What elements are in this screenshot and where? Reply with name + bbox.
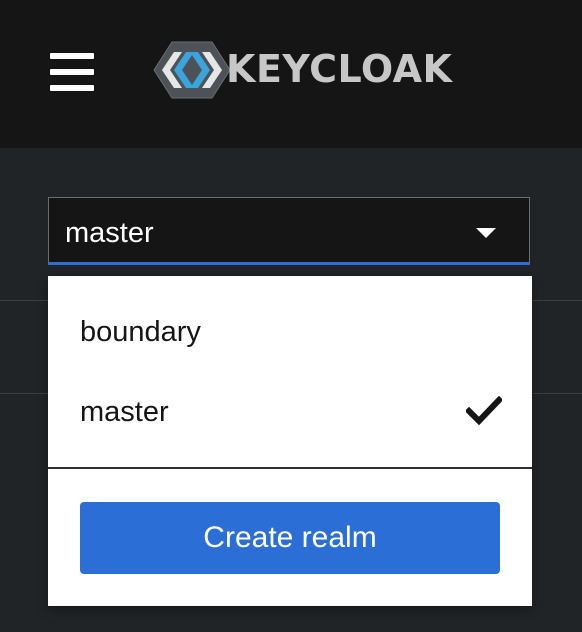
create-realm-button[interactable]: Create realm bbox=[80, 502, 500, 574]
menu-divider bbox=[48, 467, 532, 469]
realm-selector-menu: boundary master Create realm bbox=[48, 276, 532, 606]
realm-option-master[interactable]: master bbox=[48, 372, 532, 452]
realm-option-label: master bbox=[80, 396, 169, 428]
realm-option-boundary[interactable]: boundary bbox=[48, 292, 532, 372]
hamburger-menu-icon[interactable] bbox=[50, 53, 94, 91]
checkmark-icon bbox=[466, 396, 502, 426]
caret-down-icon bbox=[476, 228, 496, 238]
realm-option-label: boundary bbox=[80, 316, 201, 348]
masthead: KEYCLOAK bbox=[0, 0, 582, 148]
realm-selector-toggle[interactable]: master bbox=[48, 197, 530, 265]
realm-selector-value: master bbox=[65, 217, 154, 249]
keycloak-logo-text: KEYCLOAK bbox=[226, 47, 453, 91]
